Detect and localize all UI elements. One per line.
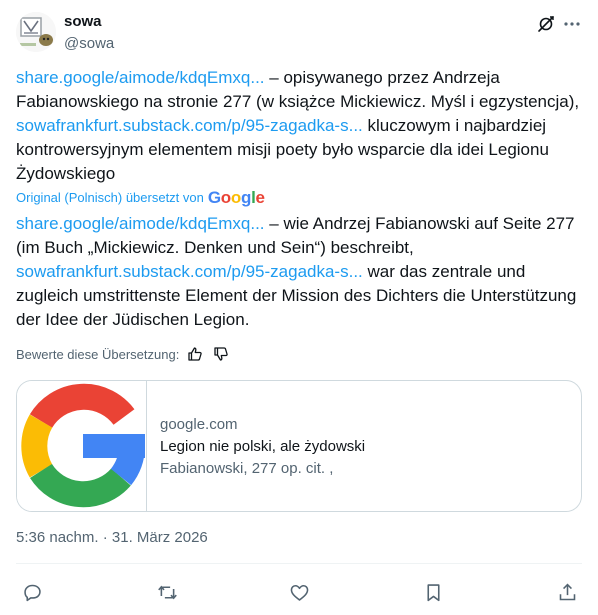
rate-translation-label: Bewerte diese Übersetzung: [16, 347, 180, 362]
handle[interactable]: @sowa [64, 34, 114, 54]
share-icon[interactable] [553, 578, 581, 606]
google-logo: Google [207, 188, 265, 207]
display-name[interactable]: sowa [64, 12, 114, 32]
translated-link-2[interactable]: sowafrankfurt.substack.com/p/95-zagadka-… [16, 262, 363, 281]
card-description: Fabianowski, 277 op. cit. , [160, 460, 334, 477]
card-domain: google.com [160, 416, 238, 433]
author-block[interactable]: sowa @sowa [64, 12, 114, 54]
timestamp[interactable]: 5:36 nachm. · 31. März 2026 [16, 528, 208, 548]
card-image[interactable] [17, 381, 147, 511]
original-link-2[interactable]: sowafrankfurt.substack.com/p/95-zagadka-… [16, 116, 363, 135]
like-icon[interactable] [285, 578, 313, 606]
original-link-1[interactable]: share.google/aimode/kdqEmxq... [16, 68, 265, 87]
grok-icon[interactable] [536, 14, 556, 34]
translated-link-1[interactable]: share.google/aimode/kdqEmxq... [16, 214, 265, 233]
retweet-icon[interactable] [153, 578, 181, 606]
link-card[interactable]: google.com Legion nie polski, ale żydows… [16, 380, 582, 512]
action-bar [16, 578, 582, 606]
thumbs-down-icon[interactable] [213, 346, 231, 364]
card-title: Legion nie polski, ale żydowski [160, 438, 366, 455]
tweet-original-text: share.google/aimode/kdqEmxq... – opisywa… [16, 66, 582, 186]
more-icon[interactable] [562, 14, 582, 34]
rate-translation: Bewerte diese Übersetzung: [16, 346, 231, 364]
tweet-translated-text: share.google/aimode/kdqEmxq... – wie And… [16, 212, 582, 332]
reply-icon[interactable] [18, 578, 46, 606]
avatar[interactable] [16, 12, 56, 52]
translated-by[interactable]: Original (Polnisch) übersetzt von Google [16, 188, 265, 207]
thumbs-up-icon[interactable] [187, 346, 205, 364]
google-g-icon [21, 383, 145, 508]
tweet-header: sowa @sowa [16, 12, 582, 56]
divider [16, 563, 582, 564]
translated-by-label[interactable]: Original (Polnisch) übersetzt von [16, 190, 204, 206]
card-body[interactable]: google.com Legion nie polski, ale żydows… [160, 415, 365, 479]
bookmark-icon[interactable] [419, 578, 447, 606]
